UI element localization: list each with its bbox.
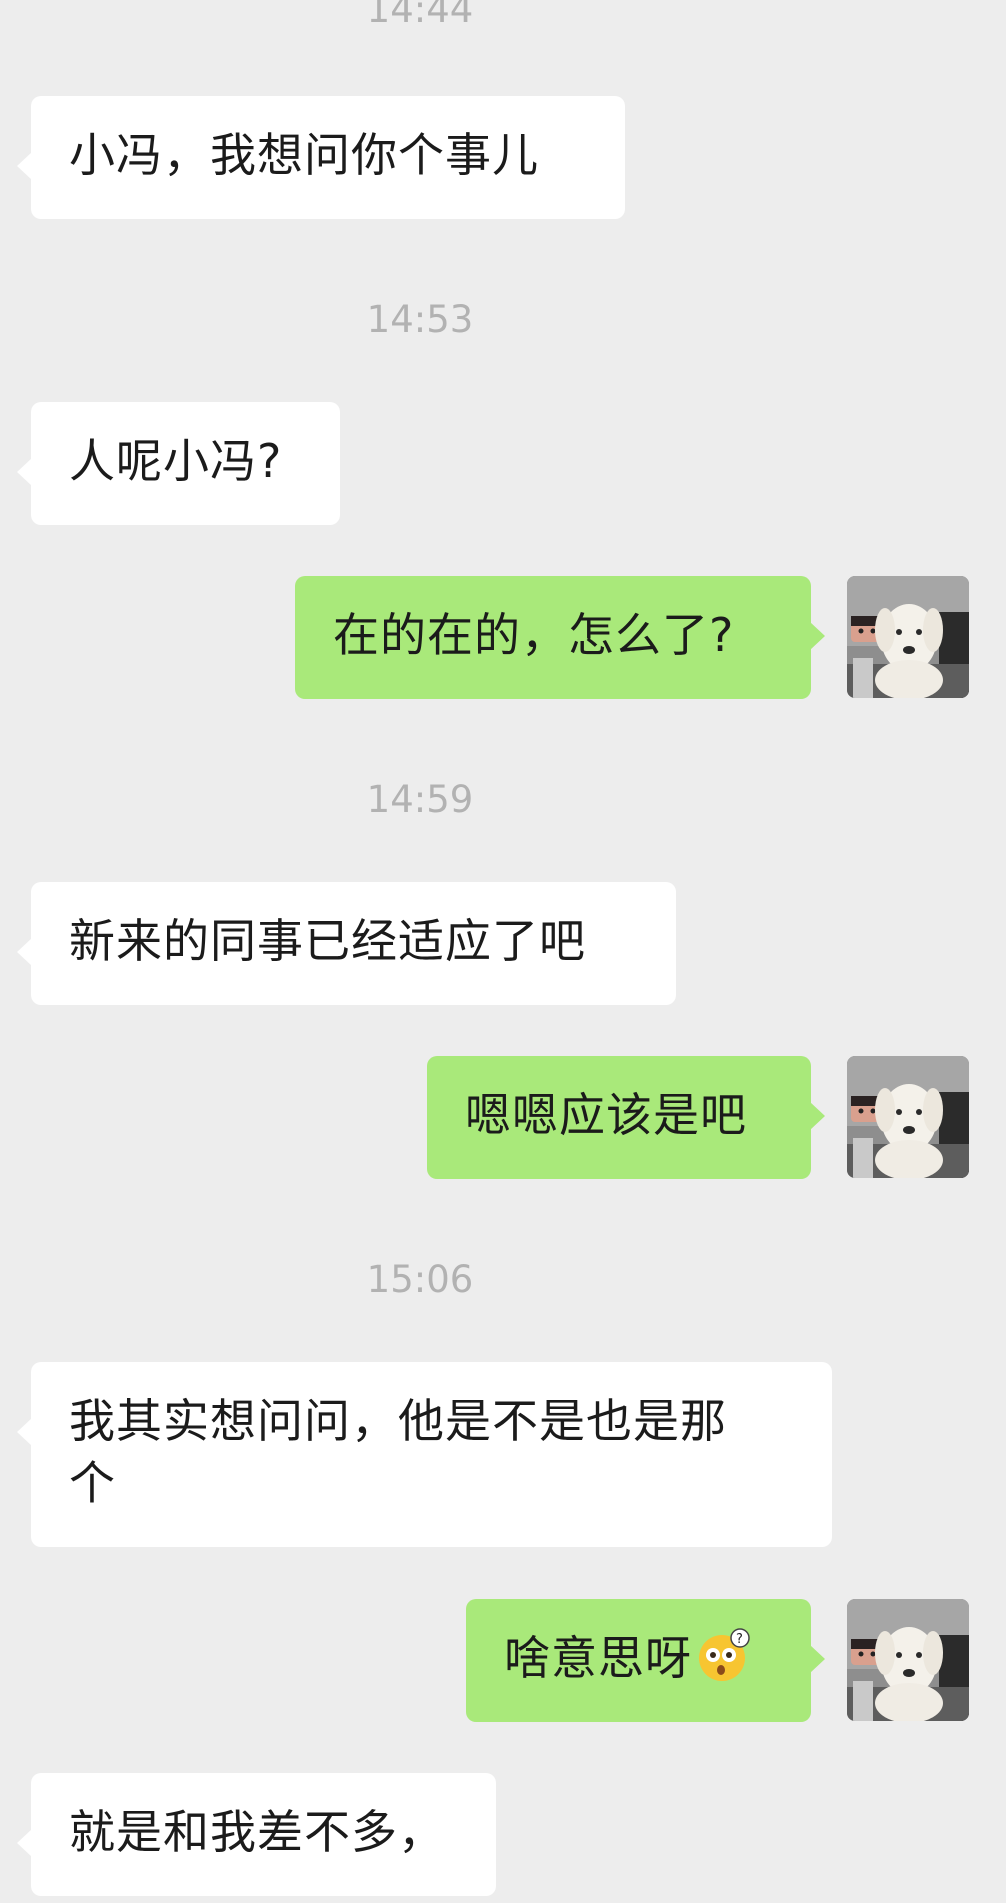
outgoing-message-bubble[interactable]: 在的在的，怎么了? bbox=[295, 576, 825, 699]
timestamp: 14:53 bbox=[366, 298, 474, 341]
incoming-message-bubble[interactable]: 我其实想问问，他是不是也是那 个 bbox=[17, 1362, 832, 1547]
message-text: 在的在的，怎么了? bbox=[333, 608, 735, 662]
incoming-message-bubble[interactable]: 小冯，我想问你个事儿 bbox=[17, 96, 625, 219]
message-text: 人呢小冯? bbox=[69, 434, 283, 488]
user-avatar[interactable] bbox=[847, 1599, 969, 1721]
incoming-message-bubble[interactable]: 新来的同事已经适应了吧 bbox=[17, 882, 676, 1005]
message-text: 小冯，我想问你个事儿 bbox=[69, 128, 539, 182]
timestamp: 14:44 bbox=[366, 0, 474, 31]
user-avatar[interactable] bbox=[847, 576, 969, 698]
white-dog-avatar-icon bbox=[847, 1056, 969, 1178]
message-text: 我其实想问问，他是不是也是那 bbox=[69, 1394, 727, 1448]
incoming-message-bubble[interactable]: 就是和我差不多， bbox=[17, 1773, 496, 1896]
message-text: 啥意思呀 bbox=[504, 1631, 692, 1685]
message-text: 嗯嗯应该是吧 bbox=[465, 1088, 747, 1142]
white-dog-avatar-icon bbox=[847, 576, 969, 698]
outgoing-message-bubble[interactable]: 啥意思呀 ? bbox=[466, 1599, 825, 1722]
message-text: 新来的同事已经适应了吧 bbox=[69, 914, 586, 968]
incoming-message-bubble[interactable]: 人呢小冯? bbox=[17, 402, 340, 525]
white-dog-avatar-icon bbox=[847, 1599, 969, 1721]
timestamp: 15:06 bbox=[366, 1258, 474, 1301]
outgoing-message-bubble[interactable]: 嗯嗯应该是吧 bbox=[427, 1056, 825, 1179]
timestamp: 14:59 bbox=[366, 778, 474, 821]
message-text: 就是和我差不多， bbox=[69, 1805, 445, 1859]
confused-face-emoji-icon: ? bbox=[699, 1628, 750, 1681]
user-avatar[interactable] bbox=[847, 1056, 969, 1178]
svg-text:?: ? bbox=[736, 1632, 744, 1647]
message-text: 个 bbox=[69, 1456, 116, 1510]
